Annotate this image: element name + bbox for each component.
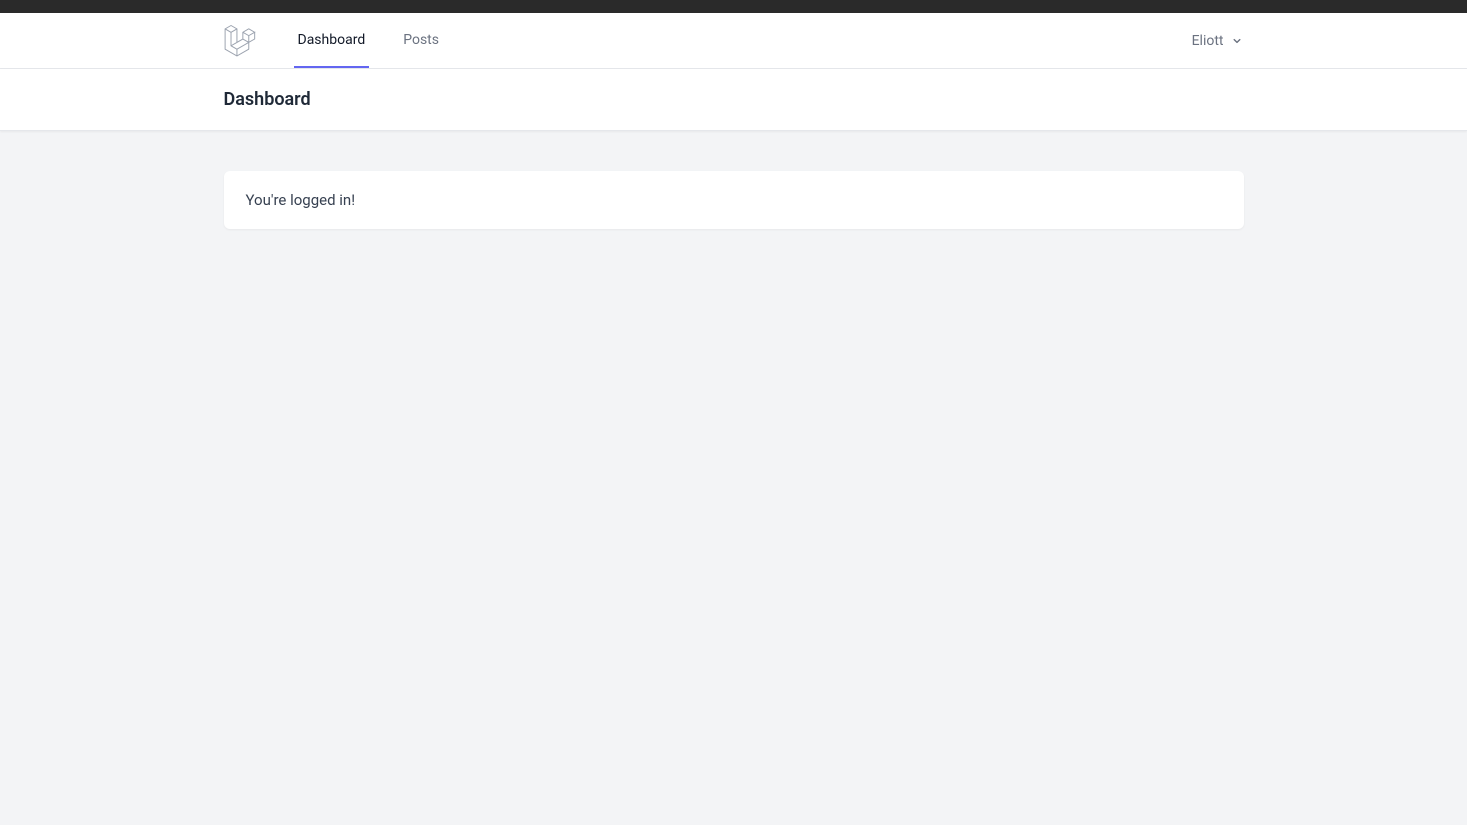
page-title: Dashboard [224,89,1244,110]
main-content: You're logged in! [214,131,1254,269]
app-logo[interactable] [224,25,256,57]
nav-link-dashboard[interactable]: Dashboard [294,13,370,68]
welcome-card: You're logged in! [224,171,1244,229]
chevron-down-icon [1230,34,1244,48]
nav-links-group: Dashboard Posts [294,13,473,68]
browser-chrome-bar [0,0,1467,13]
laravel-logo-icon [224,25,256,57]
nav-container: Dashboard Posts Eliott [214,13,1254,68]
nav-link-posts[interactable]: Posts [399,13,443,68]
nav-link-label: Posts [403,32,439,48]
top-navigation: Dashboard Posts Eliott [0,13,1467,69]
logged-in-message: You're logged in! [246,191,1222,209]
user-name-label: Eliott [1192,33,1224,49]
page-header: Dashboard [0,69,1467,131]
user-menu-dropdown[interactable]: Eliott [1192,33,1244,49]
nav-left-group: Dashboard Posts [224,13,473,68]
nav-link-label: Dashboard [298,32,366,48]
page-header-inner: Dashboard [214,69,1254,130]
